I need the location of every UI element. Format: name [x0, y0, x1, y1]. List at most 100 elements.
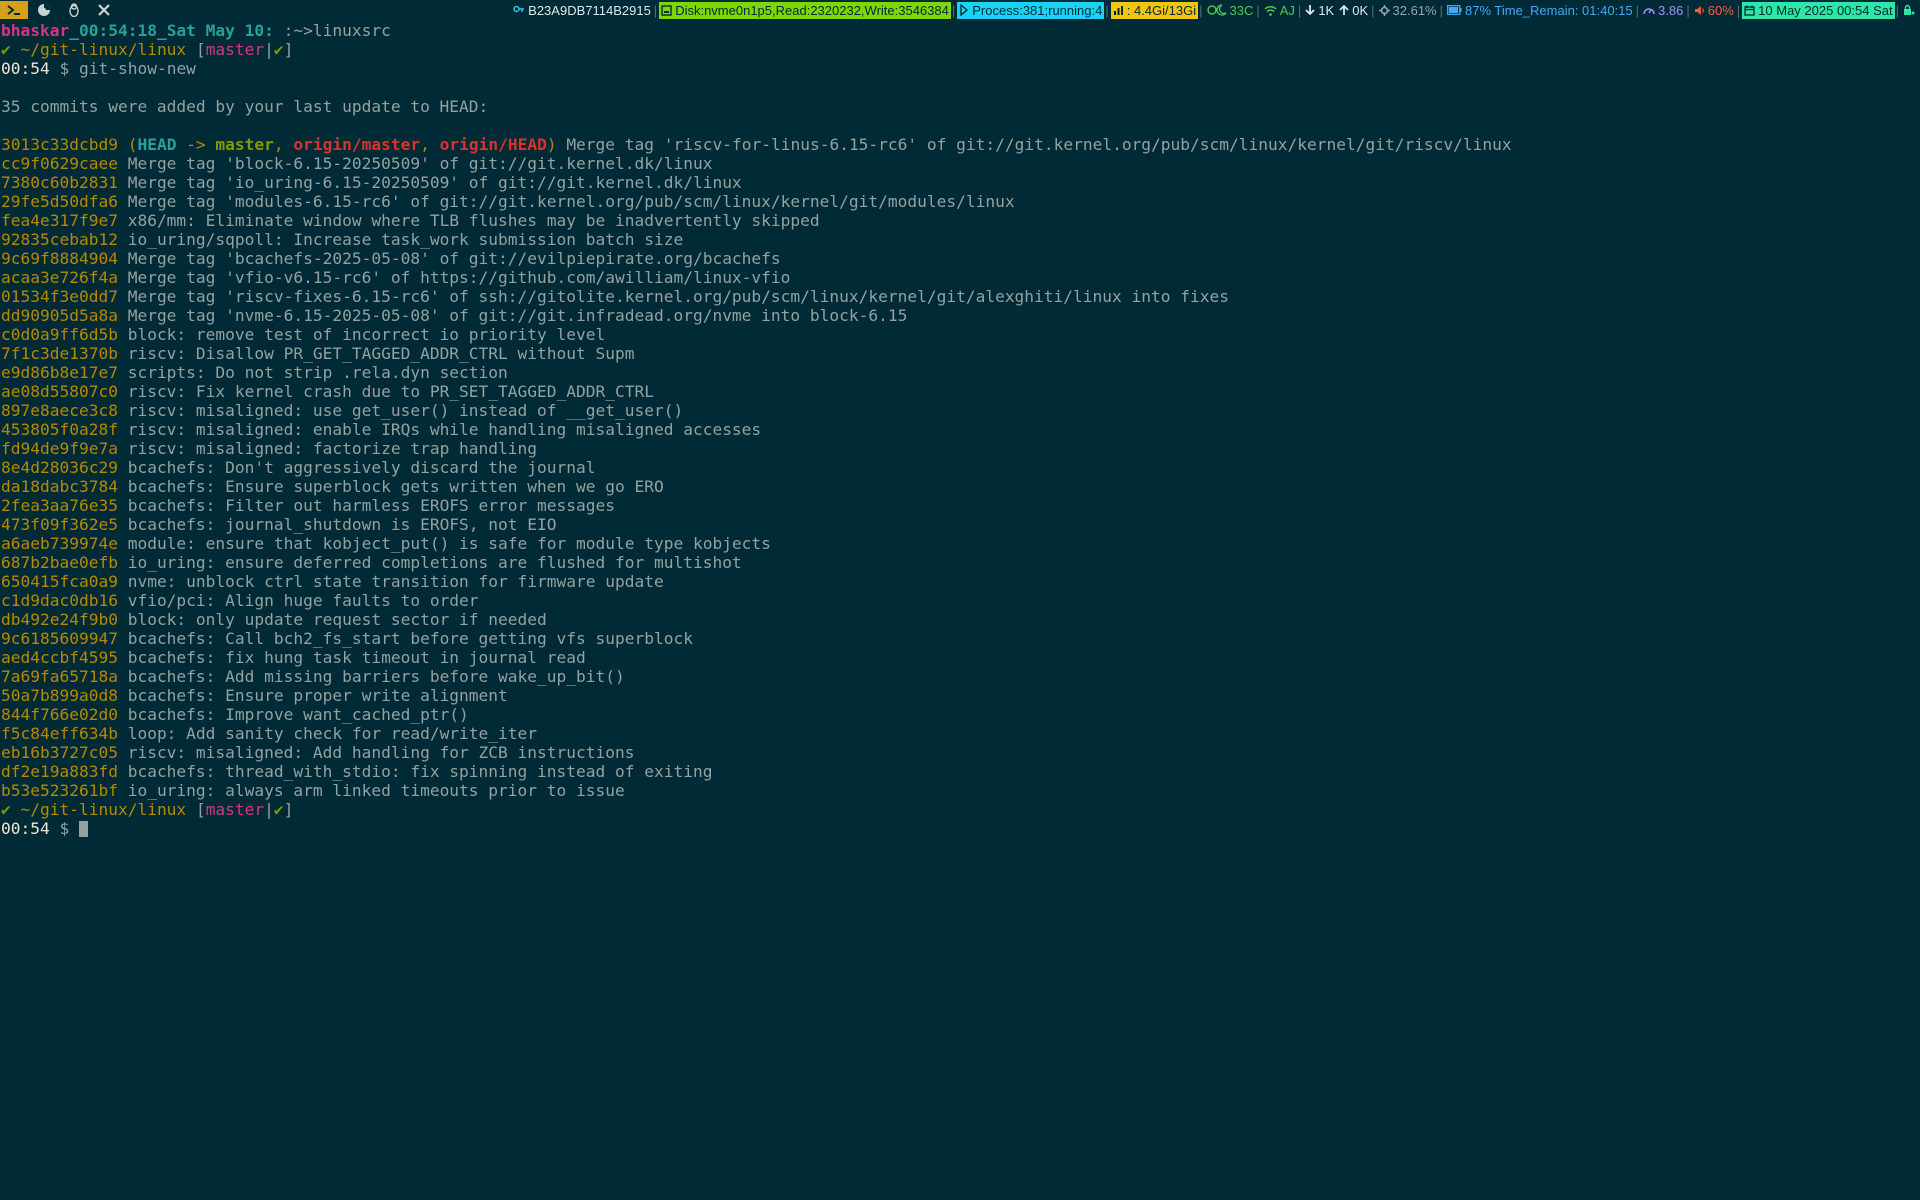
cpu-usage: 32.61%	[1377, 2, 1439, 19]
download-rate: 1K	[1303, 2, 1336, 19]
commit-line: dd90905d5a8a Merge tag 'nvme-6.15-2025-0…	[1, 306, 1911, 325]
commit-line: c0d0a9ff6d5b block: remove test of incor…	[1, 325, 1911, 344]
thermometer-icon	[1206, 4, 1227, 16]
gear-icon	[1378, 4, 1390, 16]
commit-message: riscv: misaligned: use get_user() instea…	[127, 401, 684, 420]
prompt-dir: ~/git-linux/linux	[20, 40, 187, 59]
arrow-down-icon	[1305, 4, 1315, 16]
prompt-dir: ~/git-linux/linux	[20, 800, 187, 819]
command-text: git-show-new	[78, 59, 196, 78]
system-load: 3.86	[1641, 2, 1685, 19]
commit-message: bcachefs: Don't aggressively discard the…	[127, 458, 596, 477]
commit-message: bcachefs: Improve want_cached_ptr()	[127, 705, 469, 724]
commit-line: df2e19a883fd bcachefs: thread_with_stdio…	[1, 762, 1911, 781]
terminal-window[interactable]: bhaskar_00:54:18_Sat May 10: :~>linuxsrc…	[1, 21, 1911, 838]
prompt-branch: master	[205, 800, 265, 819]
firefox-icon	[37, 3, 51, 17]
prompt-line-1: bhaskar_00:54:18_Sat May 10: :~>linuxsrc	[1, 21, 1911, 40]
local-branch-ref: master	[215, 135, 274, 154]
commit-hash: 650415fca0a9	[1, 572, 118, 591]
commit-hash: e9d86b8e17e7	[1, 363, 118, 382]
commit-message: Merge tag 'riscv-fixes-6.15-rc6' of ssh:…	[127, 287, 1229, 306]
commit-line: 2fea3aa76e35 bcachefs: Filter out harmle…	[1, 496, 1911, 515]
commit-message: loop: Add sanity check for read/write_it…	[127, 724, 538, 743]
commit-hash: aed4ccbf4595	[1, 648, 118, 667]
commit-message: bcachefs: journal_shutdown is EROFS, not…	[127, 515, 557, 534]
wifi-status[interactable]: AJ	[1262, 2, 1297, 19]
commit-hash: ae08d55807c0	[1, 382, 118, 401]
commit-message: riscv: misaligned: enable IRQs while han…	[127, 420, 762, 439]
commit-hash: 7f1c3de1370b	[1, 344, 118, 363]
commit-hash: db492e24f9b0	[1, 610, 118, 629]
commit-line: 897e8aece3c8 riscv: misaligned: use get_…	[1, 401, 1911, 420]
commit-message: block: only update request sector if nee…	[127, 610, 547, 629]
prompt-line-final: ✔ ~/git-linux/linux [master|✔]	[1, 800, 294, 819]
input-line[interactable]: 00:54 $	[1, 819, 1911, 838]
volume-level[interactable]: 60%	[1692, 2, 1736, 19]
workspace-4-button[interactable]	[90, 1, 118, 19]
date-time[interactable]: 10 May 2025 00:54 Sat	[1742, 1, 1895, 19]
disk-icon	[661, 4, 672, 16]
prompt-time: 00:54	[1, 819, 50, 838]
key-icon	[513, 4, 525, 16]
commit-message: io_uring/sqpoll: Increase task_work subm…	[127, 230, 684, 249]
commit-line: 9c6185609947 bcachefs: Call bch2_fs_star…	[1, 629, 1911, 648]
penguin-icon	[68, 3, 80, 17]
commit-hash: 01534f3e0dd7	[1, 287, 118, 306]
commit-hash: c1d9dac0db16	[1, 591, 118, 610]
commit-line: da18dabc3784 bcachefs: Ensure superblock…	[1, 477, 1911, 496]
commit-message: nvme: unblock ctrl state transition for …	[127, 572, 664, 591]
battery-icon	[1447, 5, 1462, 15]
text-cursor[interactable]	[78, 821, 88, 837]
commit-line: 92835cebab12 io_uring/sqpoll: Increase t…	[1, 230, 1911, 249]
summary-line: 35 commits were added by your last updat…	[1, 97, 489, 116]
commit-message: Merge tag 'vfio-v6.15-rc6' of https://gi…	[127, 268, 791, 287]
network-ssid: B23A9DB7114B2915	[511, 2, 653, 19]
commit-message: io_uring: always arm linked timeouts pri…	[127, 781, 625, 800]
terminal-icon	[6, 4, 22, 16]
calendar-icon	[1744, 5, 1755, 16]
prompt-path: :~>linuxsrc	[273, 21, 391, 40]
commit-line: a6aeb739974e module: ensure that kobject…	[1, 534, 1911, 553]
commit-message: bcachefs: Ensure proper write alignment	[127, 686, 508, 705]
commit-line: ae08d55807c0 riscv: Fix kernel crash due…	[1, 382, 1911, 401]
commit-line: 844f766e02d0 bcachefs: Improve want_cach…	[1, 705, 1911, 724]
commit-message: Merge tag 'nvme-6.15-2025-05-08' of git:…	[127, 306, 908, 325]
workspace-3-button[interactable]	[60, 1, 88, 19]
branch-clean-icon: ✔	[273, 40, 284, 59]
status-bar: B23A9DB7114B2915 | Disk:nvme0n1p5,Read:2…	[0, 0, 1920, 20]
command-line: 00:54 $ git-show-new	[1, 59, 196, 78]
memory-usage: : 4.4Gi/13Gi	[1110, 1, 1199, 19]
wifi-icon	[1264, 5, 1277, 16]
commit-message: Merge tag 'modules-6.15-rc6' of git://gi…	[127, 192, 1015, 211]
commit-message: bcachefs: thread_with_stdio: fix spinnin…	[127, 762, 713, 781]
process-count: Process:381;running:4	[957, 1, 1105, 19]
workspace-2-button[interactable]	[30, 1, 58, 19]
commit-line: 9c69f8884904 Merge tag 'bcachefs-2025-05…	[1, 249, 1911, 268]
commit-message: block: remove test of incorrect io prior…	[127, 325, 606, 344]
prompt-check-icon: ✔	[1, 800, 11, 819]
commit-hash: 687b2bae0efb	[1, 553, 118, 572]
branch-clean-icon: ✔	[273, 800, 284, 819]
workspace-1-button[interactable]	[0, 1, 28, 19]
commit-line: 650415fca0a9 nvme: unblock ctrl state tr…	[1, 572, 1911, 591]
commit-message: scripts: Do not strip .rela.dyn section	[127, 363, 508, 382]
arrow-up-icon	[1339, 4, 1349, 16]
commit-line: c1d9dac0db16 vfio/pci: Align huge faults…	[1, 591, 1911, 610]
commit-line: eb16b3727c05 riscv: misaligned: Add hand…	[1, 743, 1911, 762]
memory-chart-icon	[1113, 5, 1124, 16]
commit-line: 50a7b899a0d8 bcachefs: Ensure proper wri…	[1, 686, 1911, 705]
commit-hash: 453805f0a28f	[1, 420, 118, 439]
commit-line: 453805f0a28f riscv: misaligned: enable I…	[1, 420, 1911, 439]
commit-line: 01534f3e0dd7 Merge tag 'riscv-fixes-6.15…	[1, 287, 1911, 306]
commit-hash: 844f766e02d0	[1, 705, 118, 724]
commit-message: bcachefs: Ensure superblock gets written…	[127, 477, 664, 496]
commit-hash: fea4e317f9e7	[1, 211, 118, 230]
tray-status[interactable]	[1901, 2, 1920, 19]
commit-message: bcachefs: Add missing barriers before wa…	[127, 667, 625, 686]
remote-head-ref: origin/HEAD	[439, 135, 547, 154]
commit-line: 7a69fa65718a bcachefs: Add missing barri…	[1, 667, 1911, 686]
commit-message: riscv: misaligned: Add handling for ZCB …	[127, 743, 635, 762]
commit-line: 8e4d28036c29 bcachefs: Don't aggressivel…	[1, 458, 1911, 477]
commit-hash: dd90905d5a8a	[1, 306, 118, 325]
